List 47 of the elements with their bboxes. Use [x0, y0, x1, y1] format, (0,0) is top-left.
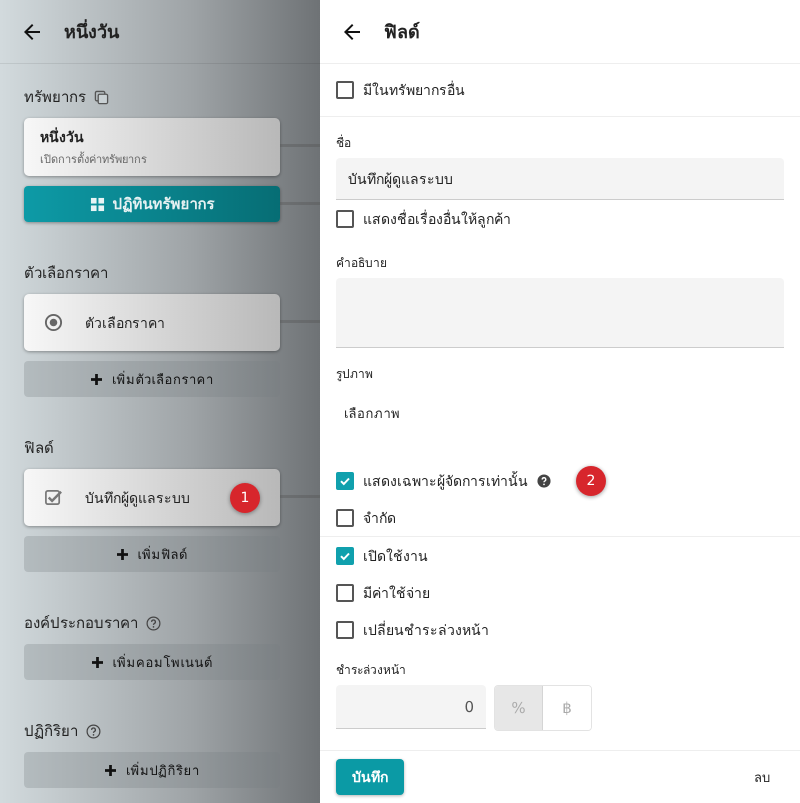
plus-icon — [116, 548, 128, 560]
checkbox-label: จำกัด — [363, 510, 396, 528]
description-field[interactable] — [336, 278, 784, 348]
section-title: ปฏิกิริยา — [24, 721, 78, 742]
plus-icon — [104, 764, 116, 776]
checkbox-icon — [44, 488, 63, 507]
step-badge: 2 — [576, 466, 606, 496]
card-title: หนึ่งวัน — [40, 126, 264, 148]
field-label: ชำระล่วงหน้า — [336, 662, 407, 679]
plus-icon — [92, 656, 102, 668]
checkbox[interactable] — [336, 546, 354, 564]
checkbox-label: แสดงชื่อเรื่องอื่นให้ลูกค้า — [363, 208, 511, 230]
grid-icon — [90, 196, 104, 212]
checkbox[interactable] — [336, 81, 354, 99]
amount-field[interactable]: 0 — [336, 685, 486, 729]
plus-icon — [90, 374, 102, 384]
section-title: ตัวเลือกราคา — [24, 263, 108, 284]
field-label: รูปภาพ — [336, 366, 374, 383]
checkbox[interactable] — [336, 210, 354, 228]
checkbox-label: เปลี่ยนชำระล่วงหน้า — [363, 620, 489, 640]
checkbox[interactable] — [336, 620, 354, 638]
field-label: คำอธิบาย — [336, 255, 388, 272]
card-title: ตัวเลือกราคา — [85, 314, 165, 334]
card-title: บันทึกผู้ดูแลระบบ — [85, 490, 190, 508]
checkbox[interactable] — [336, 584, 354, 602]
section-title: ฟิลด์ — [24, 438, 54, 459]
checkbox-label: แสดงเฉพาะผู้จัดการเท่านั้น — [363, 470, 528, 492]
section-title: องค์ประกอบราคา — [24, 613, 138, 634]
name-field[interactable]: บันทึกผู้ดูแลระบบ — [336, 158, 784, 200]
checkbox[interactable] — [336, 508, 354, 526]
page-title: หนึ่งวัน — [64, 17, 119, 46]
checkbox[interactable] — [336, 472, 354, 490]
checkbox-label: มีในทรัพยากรอื่น — [363, 79, 465, 101]
checkbox-label: เปิดใช้งาน — [363, 548, 428, 566]
checkbox-label: มีค่าใช้จ่าย — [363, 584, 430, 604]
panel-title: ฟิลด์ — [384, 20, 420, 45]
help-icon[interactable] — [146, 616, 161, 630]
copy-icon[interactable] — [94, 90, 109, 104]
radio-icon — [44, 313, 63, 332]
help-icon[interactable] — [86, 724, 101, 738]
field-label: ชื่อ — [336, 134, 352, 152]
delete-button[interactable]: ลบ — [748, 766, 776, 788]
help-icon[interactable] — [537, 474, 551, 488]
choose-image-button[interactable]: เลือกภาพ — [336, 389, 408, 432]
section-title: ทรัพยากร — [24, 87, 86, 108]
step-badge: 1 — [230, 482, 260, 512]
card-subtitle: เปิดการตั้งค่าทรัพยากร — [40, 150, 148, 168]
